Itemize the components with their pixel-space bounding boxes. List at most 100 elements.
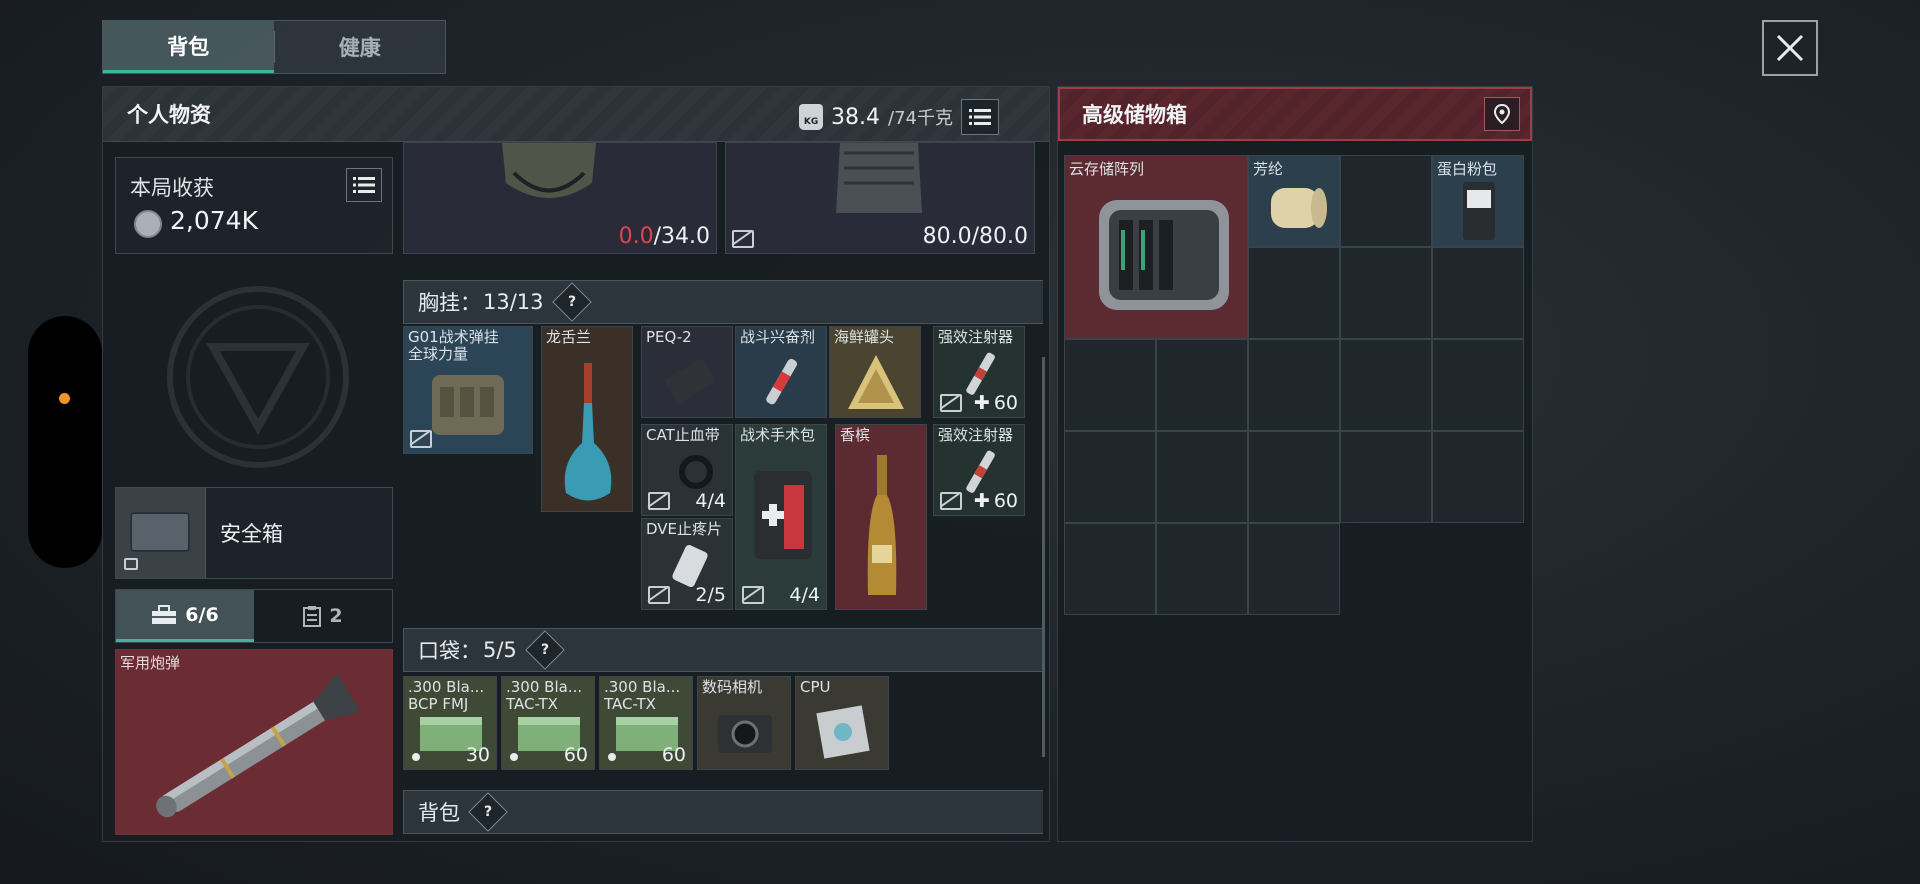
help-button[interactable]: ? [551, 282, 592, 322]
tab-clipboard[interactable]: 2 [254, 590, 392, 642]
chest-rig-item[interactable]: G01战术弹挂 全球力量 [403, 326, 533, 454]
item-name: .300 Bla... [604, 678, 681, 696]
toolbox-count: 6/6 [185, 603, 219, 626]
armor-slot[interactable]: 80.0/80.0 [725, 142, 1035, 254]
item-quantity: 30 [465, 744, 490, 766]
inventory-scroll-area[interactable]: 0.0/34.0 80.0/80.0 胸挂： 13/13 ? G01战术弹挂 全… [403, 142, 1043, 842]
faction-emblem-icon [167, 286, 349, 468]
weight-current: 38.4 [831, 104, 881, 130]
storage-box-panel: 高级储物箱 云存储阵列 芳纶 蛋白粉包 [1057, 86, 1533, 842]
cloud-storage-array-item[interactable]: 云存储阵列 [1064, 155, 1248, 339]
pocket-header: 口袋： 5/5 ? [403, 628, 1043, 672]
ammo-item[interactable]: .300 Bla... TAC-TX 60 [501, 676, 595, 770]
backpack-label: 背包 [418, 801, 460, 825]
empty-cell[interactable] [1156, 523, 1248, 615]
digital-camera-item[interactable]: 数码相机 [697, 676, 791, 770]
combat-stimulant-item[interactable]: 战斗兴奋剂 [735, 326, 827, 418]
empty-cell[interactable] [1064, 523, 1156, 615]
item-quantity: 60 [661, 744, 686, 766]
empty-cell[interactable] [1248, 247, 1340, 339]
no-bind-icon [648, 492, 670, 510]
helmet-icon [502, 143, 596, 198]
help-button[interactable]: ? [524, 630, 565, 670]
item-quantity: 4/4 [695, 490, 726, 512]
toolbox-icon [152, 604, 177, 624]
item-name: CPU [800, 678, 831, 696]
champagne-item[interactable]: 香槟 [835, 424, 927, 610]
safe-box-slot[interactable]: 安全箱 [115, 487, 393, 579]
tab-health[interactable]: 健康 [275, 21, 446, 73]
safe-box-image [116, 488, 206, 578]
strong-injector-item[interactable]: 强效注射器 ✚ 60 [933, 424, 1025, 516]
empty-cell[interactable] [1432, 247, 1524, 339]
no-bind-icon [742, 586, 764, 604]
empty-cell[interactable] [1248, 523, 1340, 615]
armor-durability: 80.0/80.0 [922, 224, 1028, 249]
harvest-box[interactable]: 本局收获 2,074K [115, 157, 393, 254]
ammo-item[interactable]: .300 Bla... BCP FMJ 30 [403, 676, 497, 770]
harvest-value: 2,074K [170, 206, 258, 235]
question-icon: ? [567, 294, 576, 310]
empty-cell[interactable] [1340, 339, 1432, 431]
peq2-item[interactable]: PEQ-2 [641, 326, 733, 418]
camera-icon [718, 715, 772, 753]
item-name: 数码相机 [702, 678, 763, 696]
empty-cell[interactable] [1064, 339, 1156, 431]
dve-painkiller-item[interactable]: DVE止疼片 2/5 [641, 518, 733, 610]
chest-rig-header: 胸挂： 13/13 ? [403, 280, 1043, 324]
item-quantity-value: 60 [993, 392, 1018, 414]
surgery-kit-item[interactable]: 战术手术包 4/4 [735, 424, 827, 610]
no-bind-icon [732, 230, 754, 248]
harvest-list-button[interactable] [346, 168, 382, 202]
tequila-bottle-icon [564, 363, 612, 501]
empty-cell[interactable] [1432, 431, 1524, 523]
syringe-icon [766, 358, 797, 405]
tequila-item[interactable]: 龙舌兰 [541, 326, 633, 512]
seafood-can-item[interactable]: 海鲜罐头 [829, 326, 921, 418]
question-icon: ? [540, 642, 549, 658]
plus-icon: ✚ [973, 490, 990, 512]
military-shell-item[interactable]: 军用炮弹 [115, 649, 393, 835]
ammo-item[interactable]: .300 Bla... TAC-TX 60 [599, 676, 693, 770]
item-name: 战斗兴奋剂 [740, 328, 816, 346]
sort-list-button[interactable] [961, 99, 999, 135]
empty-cell[interactable] [1248, 339, 1340, 431]
empty-cell[interactable] [1340, 431, 1432, 523]
side-drawer-handle[interactable] [28, 316, 102, 568]
personal-supplies-panel: 个人物资 KG 38.4 /74千克 本局收获 2,074K 安全箱 6/6 2… [102, 86, 1050, 842]
location-pin-icon [1494, 104, 1510, 124]
tab-backpack[interactable]: 背包 [103, 21, 274, 73]
tab-toolbox[interactable]: 6/6 [116, 590, 254, 642]
item-name: 战术手术包 [740, 426, 816, 444]
help-button[interactable]: ? [468, 792, 508, 832]
empty-cell[interactable] [1156, 339, 1248, 431]
close-button[interactable] [1762, 20, 1818, 76]
protein-powder-item[interactable]: 蛋白粉包 [1432, 155, 1524, 247]
empty-cell[interactable] [1248, 431, 1340, 523]
empty-cell[interactable] [1432, 339, 1524, 431]
empty-cell[interactable] [1340, 155, 1432, 247]
question-icon: ? [483, 804, 493, 820]
pocket-count: 5/5 [483, 638, 517, 662]
lock-icon [124, 558, 138, 570]
scrollbar[interactable] [1042, 357, 1045, 757]
locate-button[interactable] [1484, 97, 1520, 131]
canned-food-icon [848, 355, 904, 409]
storage-grid: 云存储阵列 芳纶 蛋白粉包 [1064, 155, 1524, 615]
strong-injector-item[interactable]: 强效注射器 ✚ 60 [933, 326, 1025, 418]
cat-tourniquet-item[interactable]: CAT止血带 4/4 [641, 424, 733, 516]
item-quantity-value: 60 [993, 490, 1018, 512]
empty-cell[interactable] [1340, 247, 1432, 339]
helmet-slot[interactable]: 0.0/34.0 [403, 142, 717, 254]
empty-cell[interactable] [1064, 431, 1156, 523]
no-bind-icon [648, 586, 670, 604]
item-name: .300 Bla... [506, 678, 583, 696]
top-tab-bar: 背包 健康 [102, 20, 446, 74]
empty-cell[interactable] [1156, 431, 1248, 523]
personal-supplies-header: 个人物资 KG 38.4 /74千克 [103, 87, 1049, 142]
fabric-roll-icon [1271, 188, 1327, 228]
helmet-durability-max: /34.0 [653, 224, 710, 249]
cpu-item[interactable]: CPU [795, 676, 889, 770]
aramid-item[interactable]: 芳纶 [1248, 155, 1340, 247]
no-bind-icon [940, 394, 962, 412]
